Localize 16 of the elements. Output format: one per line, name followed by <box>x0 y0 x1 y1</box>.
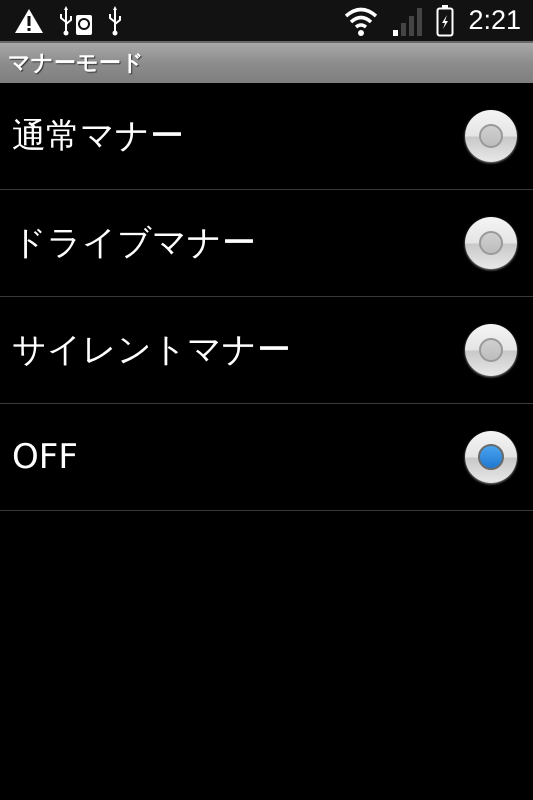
usb-icon <box>106 6 124 36</box>
signal-icon <box>392 6 422 36</box>
screen-title: マナーモード <box>8 50 144 78</box>
battery-icon <box>436 4 454 36</box>
warning-icon <box>14 8 44 34</box>
wifi-icon <box>344 6 378 36</box>
option-label[interactable]: サイレントマナー <box>12 327 291 373</box>
option-label[interactable]: OFF <box>12 437 78 477</box>
option-label[interactable]: 通常マナー <box>12 113 184 159</box>
option-label[interactable]: ドライブマナー <box>12 220 256 266</box>
clock: 2:21 <box>468 5 521 36</box>
radio-button[interactable] <box>465 110 517 162</box>
radio-button[interactable] <box>465 324 517 376</box>
usb-drive-icon <box>58 6 94 36</box>
radio-button[interactable] <box>465 217 517 269</box>
radio-button[interactable] <box>465 431 517 483</box>
